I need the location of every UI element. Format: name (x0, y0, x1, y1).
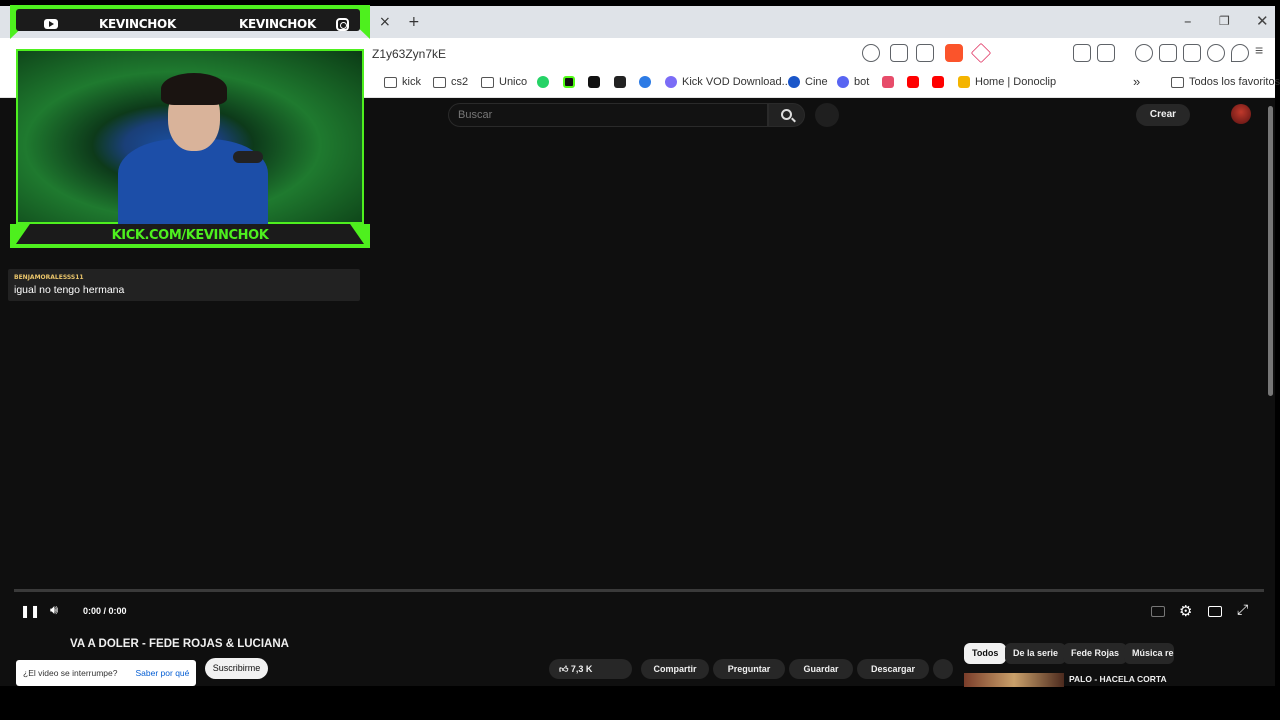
audio-bookmark-icon[interactable] (882, 76, 894, 88)
progress-bar[interactable] (14, 589, 1264, 592)
webcam-person-hair (161, 73, 227, 105)
overlay-bottom-frame: KICK.COM/KEVINCHOK (10, 224, 370, 248)
bookmark-kick-vod[interactable]: Kick VOD Download... (665, 76, 791, 88)
microphone-icon (233, 151, 263, 163)
learn-why-link[interactable]: Saber por qué (136, 668, 190, 678)
sidebar-icon[interactable] (1159, 44, 1177, 62)
more-bookmarks-icon[interactable]: » (1133, 74, 1140, 89)
chip-fede-rojas[interactable]: Fede Rojas (1063, 643, 1128, 664)
overlay-name-bar: KEVINCHOK KEVINCHOK (16, 9, 360, 31)
chat-username: BENJAMORALESSS11 (14, 274, 84, 281)
minimize-icon[interactable]: – (1184, 12, 1192, 30)
url-text[interactable]: Z1y63Zyn7kE (372, 47, 446, 61)
close-tab-icon[interactable]: × (379, 14, 391, 30)
vpn-icon[interactable] (1231, 44, 1249, 62)
kick-vod-icon (665, 76, 677, 88)
whatsapp-icon[interactable] (537, 76, 549, 88)
ask-button[interactable]: Preguntar (713, 659, 785, 679)
bookmark-cine[interactable]: Cine (788, 76, 828, 88)
donoclip-icon (958, 76, 970, 88)
bookmark-unico[interactable]: Unico (481, 76, 527, 88)
chat-text: igual no tengo hermana (14, 284, 125, 296)
search-icon (781, 109, 792, 120)
restore-icon[interactable]: ❐ (1219, 14, 1230, 28)
chip-all[interactable]: Todos (964, 643, 1007, 664)
media-icon[interactable] (1135, 44, 1153, 62)
stream-overlay: KEVINCHOK KEVINCHOK KICK.COM/KEVINCHOK (10, 5, 370, 248)
pause-icon[interactable]: ❚❚ (20, 604, 40, 618)
capcut-icon[interactable] (614, 76, 626, 88)
tiktok-icon[interactable] (588, 76, 600, 88)
related-thumbnail[interactable] (964, 673, 1064, 687)
search-button[interactable] (768, 103, 805, 127)
instagram-icon (336, 18, 349, 31)
bookmark-donoclip[interactable]: Home | Donoclip (958, 76, 1056, 88)
save-button[interactable]: Guardar (789, 659, 853, 679)
discord-icon (837, 76, 849, 88)
folder-icon (481, 76, 494, 88)
chat-message: BENJAMORALESSS11 igual no tengo hermana (8, 269, 360, 301)
interrupt-notice: ¿El video se interrumpe? Saber por qué (16, 660, 196, 686)
streamer-name: KEVINCHOK (99, 17, 176, 31)
miniplayer-icon[interactable] (1208, 606, 1222, 617)
kick-url: KICK.COM/KEVINCHOK (111, 228, 269, 243)
subscribe-button[interactable]: Suscribirme (205, 658, 268, 679)
volume-icon[interactable]: 🔊︎ (50, 603, 58, 618)
like-count: 7,3 K (570, 664, 593, 674)
bookmark-all[interactable]: Todos los favoritos (1171, 76, 1280, 88)
cast-icon[interactable] (890, 44, 908, 62)
zoom-icon[interactable] (862, 44, 880, 62)
streamer-name: KEVINCHOK (239, 17, 316, 31)
brave-shield-icon[interactable] (945, 44, 963, 62)
subtitles-icon[interactable] (1151, 606, 1165, 617)
avatar[interactable] (1231, 104, 1251, 124)
video-info: VA A DOLER - FEDE ROJAS & LUCIANA ¿El vi… (0, 628, 1275, 687)
youtube-bookmark-icon[interactable] (907, 76, 919, 88)
folder-icon (1171, 76, 1184, 88)
more-actions-button[interactable] (933, 659, 953, 679)
share-icon[interactable] (916, 44, 934, 62)
folder-icon (433, 76, 446, 88)
leo-icon[interactable] (1207, 44, 1225, 62)
video-title: VA A DOLER - FEDE ROJAS & LUCIANA (70, 638, 289, 650)
edge-icon[interactable] (639, 76, 651, 88)
search-input[interactable] (449, 104, 767, 126)
bookmark-kick[interactable]: kick (384, 76, 421, 88)
chip-series[interactable]: De la serie (1005, 643, 1067, 664)
new-tab-icon[interactable]: + (408, 14, 420, 30)
youtube-bookmark-icon[interactable] (932, 76, 944, 88)
download-button[interactable]: Descargar (857, 659, 929, 679)
chip-music[interactable]: Música re (1124, 643, 1174, 664)
time-display: 0:00 / 0:00 (83, 606, 127, 616)
like-button[interactable]: 👍︎ 7,3 K (549, 659, 632, 679)
scrollbar[interactable] (1268, 106, 1273, 396)
thumbs-up-icon: 👍︎ (559, 664, 569, 674)
folder-icon (384, 76, 397, 88)
rewards-icon[interactable] (970, 42, 992, 64)
related-video-title[interactable]: PALO - HACELA CORTA (1069, 674, 1179, 687)
search-box[interactable] (448, 103, 768, 127)
menu-icon[interactable]: ≡ (1255, 42, 1273, 60)
close-window-icon[interactable]: ✕ (1256, 12, 1269, 30)
fullscreen-icon[interactable]: ⤢ (1237, 602, 1248, 618)
player-controls: ❚❚ 🔊︎ 0:00 / 0:00 ⚙ ⤢ (0, 596, 1275, 628)
webcam-feed (16, 49, 364, 225)
tab-search-icon[interactable] (1097, 44, 1115, 62)
share-button[interactable]: Compartir (641, 659, 709, 679)
gear-icon[interactable]: ⚙ (1179, 602, 1192, 620)
create-button[interactable]: Crear (1136, 104, 1190, 126)
bookmark-bot[interactable]: bot (837, 76, 869, 88)
extensions-icon[interactable] (1073, 44, 1091, 62)
voice-search-button[interactable] (815, 103, 839, 127)
cine-icon (788, 76, 800, 88)
wallet-icon[interactable] (1183, 44, 1201, 62)
kick-icon[interactable] (563, 76, 575, 88)
bookmark-cs2[interactable]: cs2 (433, 76, 468, 88)
youtube-icon (44, 19, 58, 29)
interrupt-text: ¿El video se interrumpe? (23, 668, 118, 678)
